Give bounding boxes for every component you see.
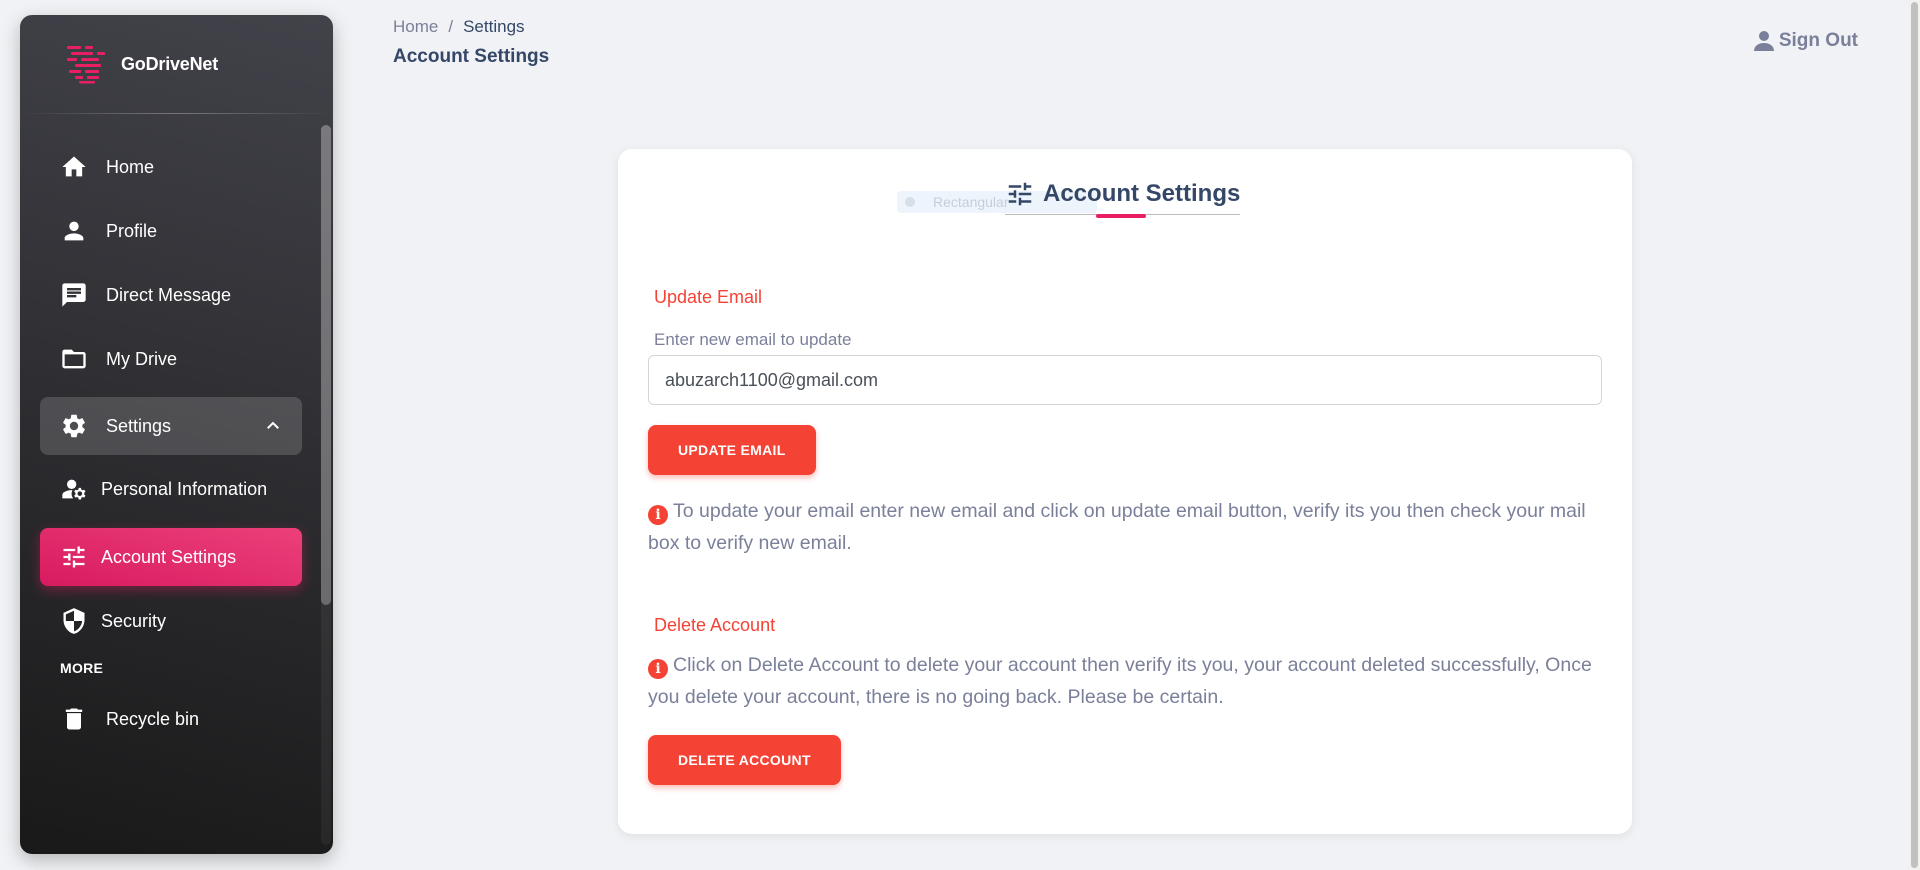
breadcrumb-current: Settings	[463, 17, 525, 36]
person-icon	[1753, 31, 1774, 51]
brand-name: GoDriveNet	[121, 53, 219, 74]
sidebar-scrollbar-thumb[interactable]	[321, 125, 331, 605]
trash-icon	[60, 705, 88, 733]
sidebar-section-more: MORE	[60, 660, 104, 676]
update-email-info: i To update your email enter new email an…	[648, 495, 1598, 559]
sidebar-item-label: Settings	[106, 415, 172, 436]
breadcrumb-separator: /	[448, 17, 454, 36]
page-title: Account Settings	[393, 46, 550, 67]
email-field-label: Enter new email to update	[654, 330, 852, 349]
sidebar-item-personal-information[interactable]: Personal Information	[40, 460, 302, 518]
sidebar-item-label: Profile	[106, 220, 158, 241]
card-title-underline	[1096, 214, 1146, 218]
breadcrumb: Home / Settings	[393, 17, 525, 37]
person-icon	[60, 217, 88, 245]
manage-accounts-icon	[60, 475, 88, 503]
email-field[interactable]	[648, 355, 1602, 405]
home-icon	[60, 153, 88, 181]
sidebar-item-direct-message[interactable]: Direct Message	[40, 266, 302, 324]
message-icon	[60, 281, 88, 309]
brand-divider	[20, 113, 333, 114]
sidebar-item-security[interactable]: Security	[40, 592, 302, 650]
page-scrollbar[interactable]	[1908, 0, 1920, 870]
brand[interactable]: GoDriveNet	[20, 15, 333, 113]
sidebar-item-label: Security	[101, 610, 167, 631]
sidebar-item-label: Direct Message	[106, 284, 232, 305]
tune-icon	[60, 543, 88, 571]
sidebar-item-profile[interactable]: Profile	[40, 202, 302, 260]
delete-account-info: i Click on Delete Account to delete your …	[648, 649, 1598, 713]
sidebar-scrollbar[interactable]	[321, 125, 331, 845]
ghost-chip-label: Rectangular	[933, 194, 1009, 210]
sidebar-item-label: Recycle bin	[106, 708, 200, 729]
shield-icon	[60, 607, 88, 635]
account-settings-card: Rectangular Account Settings Update Emai…	[618, 149, 1632, 834]
sidebar-item-label: Personal Information	[101, 478, 268, 499]
delete-account-title: Delete Account	[654, 615, 776, 635]
sign-out-button[interactable]: Sign Out	[1753, 30, 1858, 52]
delete-account-info-text: Click on Delete Account to delete your a…	[648, 654, 1592, 708]
update-email-title: Update Email	[654, 287, 763, 307]
folder-icon	[60, 345, 88, 373]
sign-out-label: Sign Out	[1778, 30, 1858, 51]
ghost-chip-dot-icon	[905, 197, 915, 207]
card-title: Account Settings	[1043, 180, 1241, 207]
update-email-button[interactable]: UPDATE EMAIL	[648, 425, 816, 475]
delete-account-button[interactable]: DELETE ACCOUNT	[648, 735, 841, 785]
sidebar-item-label: My Drive	[106, 348, 177, 369]
card-header: Account Settings	[1005, 179, 1241, 215]
sidebar-item-label: Account Settings	[101, 546, 237, 567]
sidebar-item-settings[interactable]: Settings	[40, 397, 302, 455]
sidebar-item-recycle-bin[interactable]: Recycle bin	[40, 690, 302, 748]
brand-logo-icon	[67, 46, 105, 84]
page-scrollbar-thumb[interactable]	[1911, 2, 1918, 868]
tune-icon	[1005, 179, 1035, 209]
sidebar-item-my-drive[interactable]: My Drive	[40, 330, 302, 388]
sidebar-item-label: Home	[106, 156, 155, 177]
breadcrumb-home[interactable]: Home	[393, 17, 438, 37]
info-icon: i	[648, 659, 668, 679]
update-email-info-text: To update your email enter new email and…	[648, 500, 1586, 554]
sidebar-item-account-settings[interactable]: Account Settings	[40, 528, 302, 586]
info-icon: i	[648, 505, 668, 525]
sidebar-item-home[interactable]: Home	[40, 138, 302, 196]
sidebar: GoDriveNet Home Profile Direct Message M…	[20, 15, 333, 854]
chevron-up-icon	[264, 417, 282, 435]
gear-icon	[60, 412, 88, 440]
